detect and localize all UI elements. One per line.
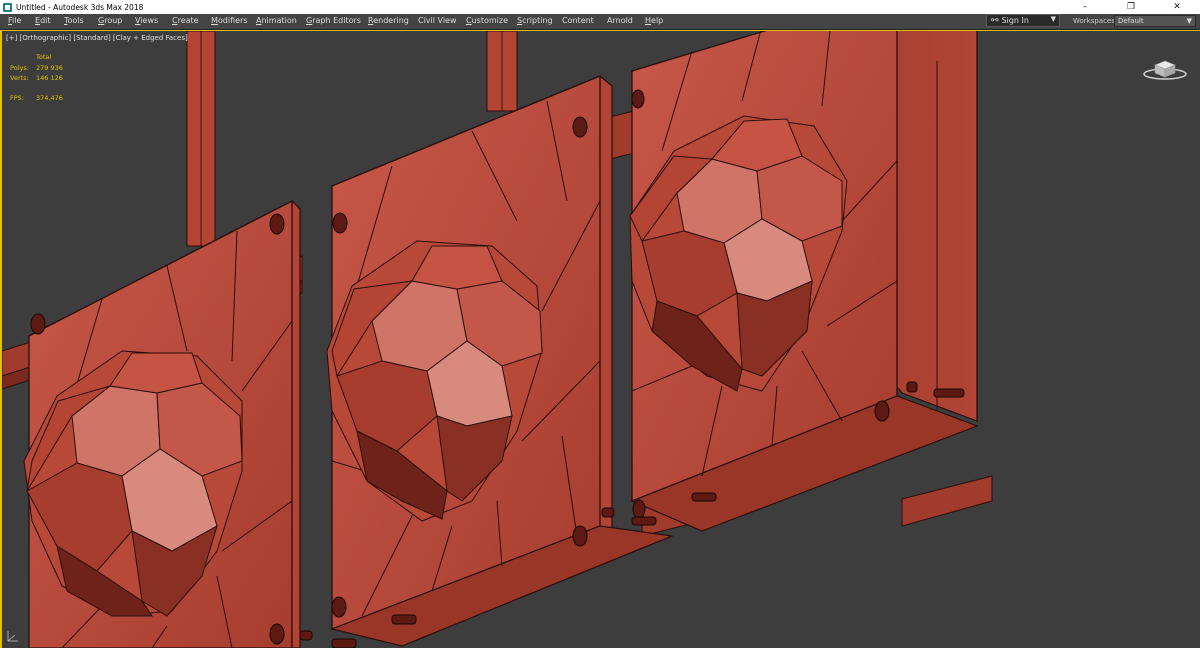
user-icon: ⚯	[991, 15, 999, 26]
panel-1	[23, 199, 357, 648]
menu-graph-editors[interactable]: Graph Editors	[306, 16, 361, 25]
polys-label: Polys:	[10, 64, 29, 72]
menu-customize[interactable]: Customize	[466, 16, 508, 25]
viewport-label[interactable]: [+] [Orthographic] [Standard] [Clay + Ed…	[6, 34, 188, 42]
menu-content[interactable]: Content	[562, 16, 594, 25]
workspaces-label: Workspaces:	[1073, 17, 1118, 25]
menu-edit[interactable]: Edit	[35, 16, 51, 25]
menu-rendering[interactable]: Rendering	[368, 16, 409, 25]
workspaces-value: Default	[1118, 17, 1144, 25]
menu-help[interactable]: Help	[645, 16, 663, 25]
menu-tools[interactable]: Tools	[64, 16, 84, 25]
menu-file[interactable]: File	[8, 16, 21, 25]
axis-tripod-icon	[7, 631, 18, 642]
restore-button[interactable]: ❐	[1108, 0, 1154, 14]
app-icon	[3, 2, 12, 12]
window-controls: – ❐ ✕	[1062, 0, 1200, 14]
panel-3	[629, 31, 979, 532]
menu-views[interactable]: Views	[135, 16, 158, 25]
menu-group[interactable]: Group	[98, 16, 122, 25]
menu-scripting[interactable]: Scripting	[517, 16, 553, 25]
verts-value: 146 126	[36, 74, 63, 82]
panel-2	[326, 75, 675, 647]
menu-create[interactable]: Create	[172, 16, 199, 25]
verts-label: Verts:	[10, 74, 29, 82]
viewcube-icon[interactable]	[1142, 53, 1188, 83]
scene-geometry	[2, 31, 993, 648]
workspaces-dropdown[interactable]: Default ▼	[1114, 15, 1196, 27]
perspective-viewport[interactable]: [+] [Orthographic] [Standard] [Clay + Ed…	[0, 30, 1200, 648]
minimize-button[interactable]: –	[1062, 0, 1108, 14]
close-button[interactable]: ✕	[1154, 0, 1200, 14]
chevron-down-icon: ▼	[1050, 15, 1056, 23]
title-bar: Untitled - Autodesk 3ds Max 2018 – ❐ ✕	[0, 0, 1200, 14]
sign-in-button[interactable]: ⚯ Sign In ▼	[986, 14, 1060, 27]
polys-value: 279 936	[36, 64, 63, 72]
fps-value: 374,476	[36, 94, 63, 102]
menu-civil-view[interactable]: Civil View	[418, 16, 457, 25]
chevron-down-icon: ▼	[1186, 17, 1192, 25]
sign-in-label: Sign In	[1001, 16, 1029, 25]
menu-modifiers[interactable]: Modifiers	[211, 16, 248, 25]
fps-label: FPS:	[10, 94, 24, 102]
menu-arnold[interactable]: Arnold	[607, 16, 633, 25]
menu-animation[interactable]: Animation	[256, 16, 297, 25]
stats-header: Total	[36, 53, 52, 61]
window-title: Untitled - Autodesk 3ds Max 2018	[16, 2, 144, 12]
